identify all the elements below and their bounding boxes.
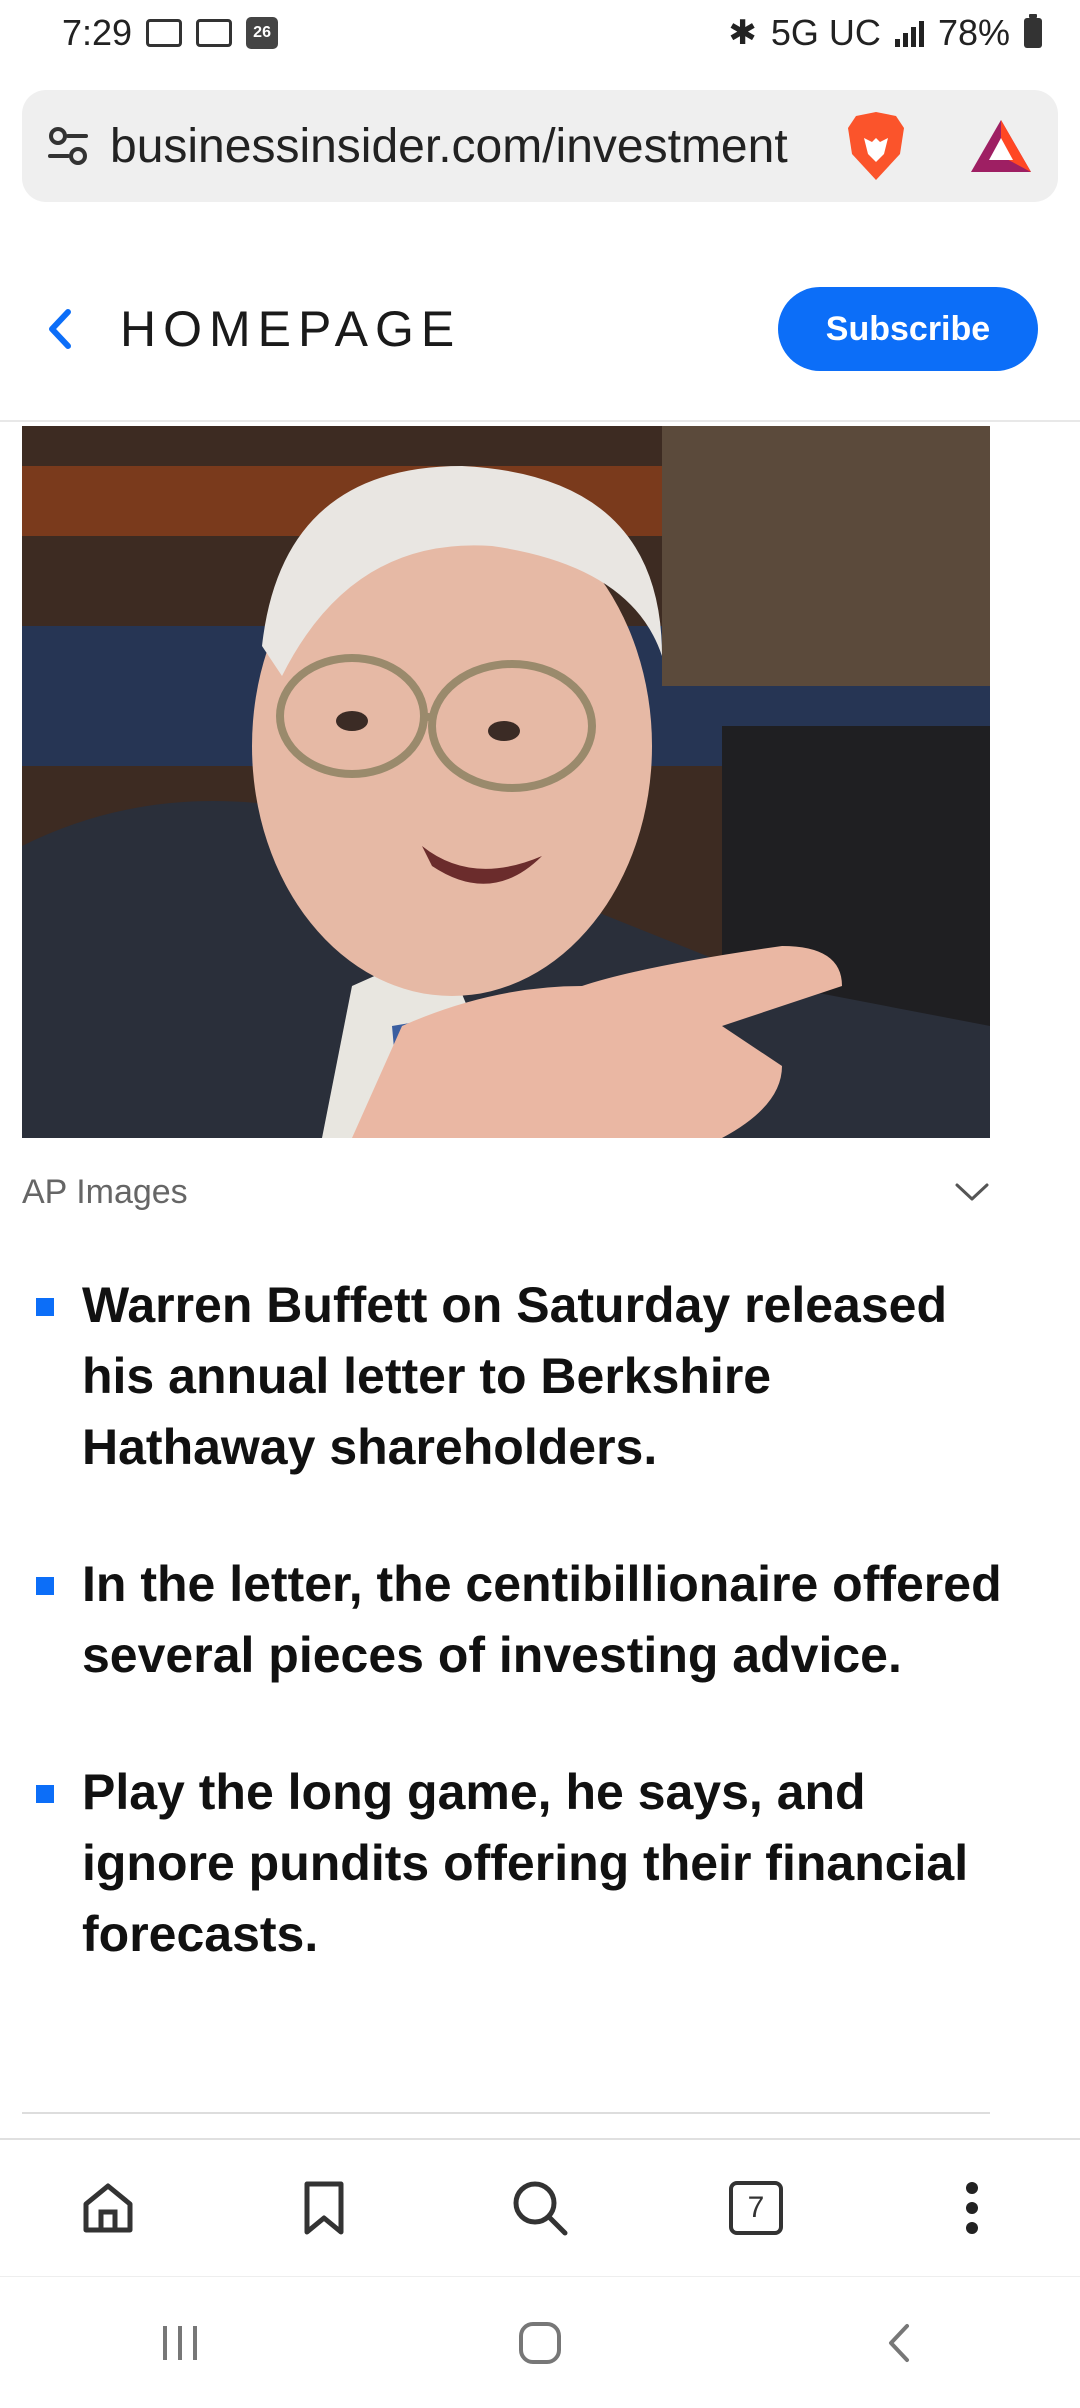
site-settings-icon[interactable]: [46, 124, 90, 168]
list-item: Play the long game, he says, and ignore …: [0, 1757, 1080, 1970]
address-bar[interactable]: businessinsider.com/investment: [22, 90, 1058, 202]
list-item: Warren Buffett on Saturday released his …: [0, 1270, 1080, 1483]
mail-notification-icon: [196, 19, 233, 47]
battery-icon: [1024, 14, 1042, 48]
tabs-icon: 7: [729, 2181, 783, 2235]
homepage-link[interactable]: HOMEPAGE: [120, 300, 778, 358]
bullet-marker: [36, 1577, 54, 1595]
mail-notification-icon: [146, 19, 183, 47]
bluetooth-icon: ✱: [728, 14, 757, 52]
status-bar: 7:29 26 ✱ 5G UC 78%: [0, 0, 1080, 66]
search-icon: [513, 2181, 568, 2236]
battery-percent: 78%: [937, 12, 1010, 53]
home-icon: [83, 2183, 133, 2233]
status-time: 7:29: [62, 12, 133, 53]
more-vert-icon: [966, 2182, 978, 2234]
subscribe-button[interactable]: Subscribe: [778, 287, 1038, 371]
list-item: In the letter, the centibillionaire offe…: [0, 1549, 1080, 1691]
bullet-text: Warren Buffett on Saturday released his …: [82, 1277, 948, 1475]
home-nav-icon[interactable]: [515, 2318, 565, 2368]
url-text[interactable]: businessinsider.com/investment: [110, 119, 824, 174]
home-button[interactable]: [68, 2168, 148, 2248]
network-label: 5G UC: [770, 12, 881, 53]
browser-toolbar: 7: [0, 2138, 1080, 2276]
system-navigation-bar: [0, 2276, 1080, 2408]
chevron-down-icon[interactable]: [954, 1181, 990, 1203]
menu-button[interactable]: [932, 2168, 1012, 2248]
recent-apps-icon[interactable]: [155, 2318, 205, 2368]
bullet-marker: [36, 1785, 54, 1803]
hero-image: [22, 426, 990, 1138]
bookmark-icon: [304, 2181, 344, 2235]
bullet-text: In the letter, the centibillionaire offe…: [82, 1556, 1002, 1683]
signal-icon: [894, 19, 924, 47]
status-right: ✱ 5G UC 78%: [728, 12, 1042, 54]
back-nav-icon[interactable]: [875, 2318, 925, 2368]
brave-rewards-icon[interactable]: [968, 116, 1034, 176]
image-caption-row[interactable]: AP Images: [22, 1166, 990, 1218]
calendar-icon: 26: [246, 17, 279, 49]
content-divider: [22, 2112, 990, 2114]
bullet-marker: [36, 1298, 54, 1316]
status-left: 7:29 26: [62, 12, 279, 54]
back-chevron-icon[interactable]: [42, 304, 76, 354]
bookmark-button[interactable]: [284, 2168, 364, 2248]
bullet-text: Play the long game, he says, and ignore …: [82, 1764, 969, 1962]
tabs-button[interactable]: 7: [716, 2168, 796, 2248]
article-header: HOMEPAGE Subscribe: [0, 238, 1080, 422]
key-points-list: Warren Buffett on Saturday released his …: [0, 1270, 1080, 2036]
search-button[interactable]: [500, 2168, 580, 2248]
image-caption: AP Images: [22, 1172, 188, 1211]
brave-shields-icon[interactable]: [844, 110, 908, 182]
